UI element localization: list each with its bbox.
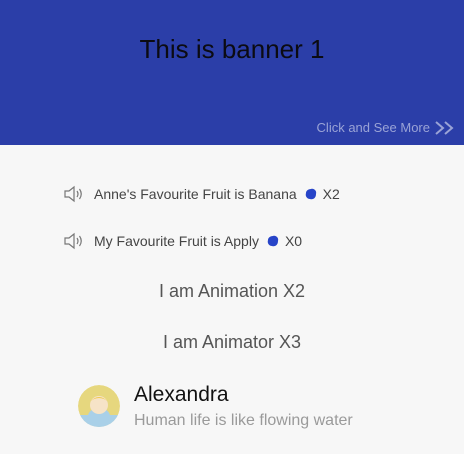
avatar-icon[interactable] <box>78 385 120 427</box>
speaker-icon <box>64 185 82 203</box>
banner-title: This is banner 1 <box>139 34 325 64</box>
fruit-count: X2 <box>322 186 340 202</box>
fruit-text: My Favourite Fruit is Apply <box>94 233 259 249</box>
profile-name: Alexandra <box>134 383 229 406</box>
blue-blob-icon <box>305 188 316 200</box>
speaker-icon <box>64 232 82 250</box>
animation-label[interactable]: I am Animation X2 <box>0 281 464 302</box>
banner[interactable]: This is banner 1 Click and See More <box>0 0 464 145</box>
animator-label[interactable]: I am Animator X3 <box>0 332 464 353</box>
fruit-row[interactable]: My Favourite Fruit is Apply X0 <box>64 232 302 250</box>
see-more-label: Click and See More <box>316 120 430 135</box>
double-chevron-right-icon <box>434 120 456 135</box>
blue-blob-icon <box>267 235 279 247</box>
profile-subtitle: Human life is like flowing water <box>134 412 353 429</box>
fruit-row[interactable]: Anne's Favourite Fruit is Banana X2 <box>64 185 340 203</box>
see-more-link[interactable]: Click and See More <box>317 120 456 135</box>
fruit-text: Anne's Favourite Fruit is Banana <box>94 186 297 202</box>
fruit-count: X0 <box>284 233 303 249</box>
